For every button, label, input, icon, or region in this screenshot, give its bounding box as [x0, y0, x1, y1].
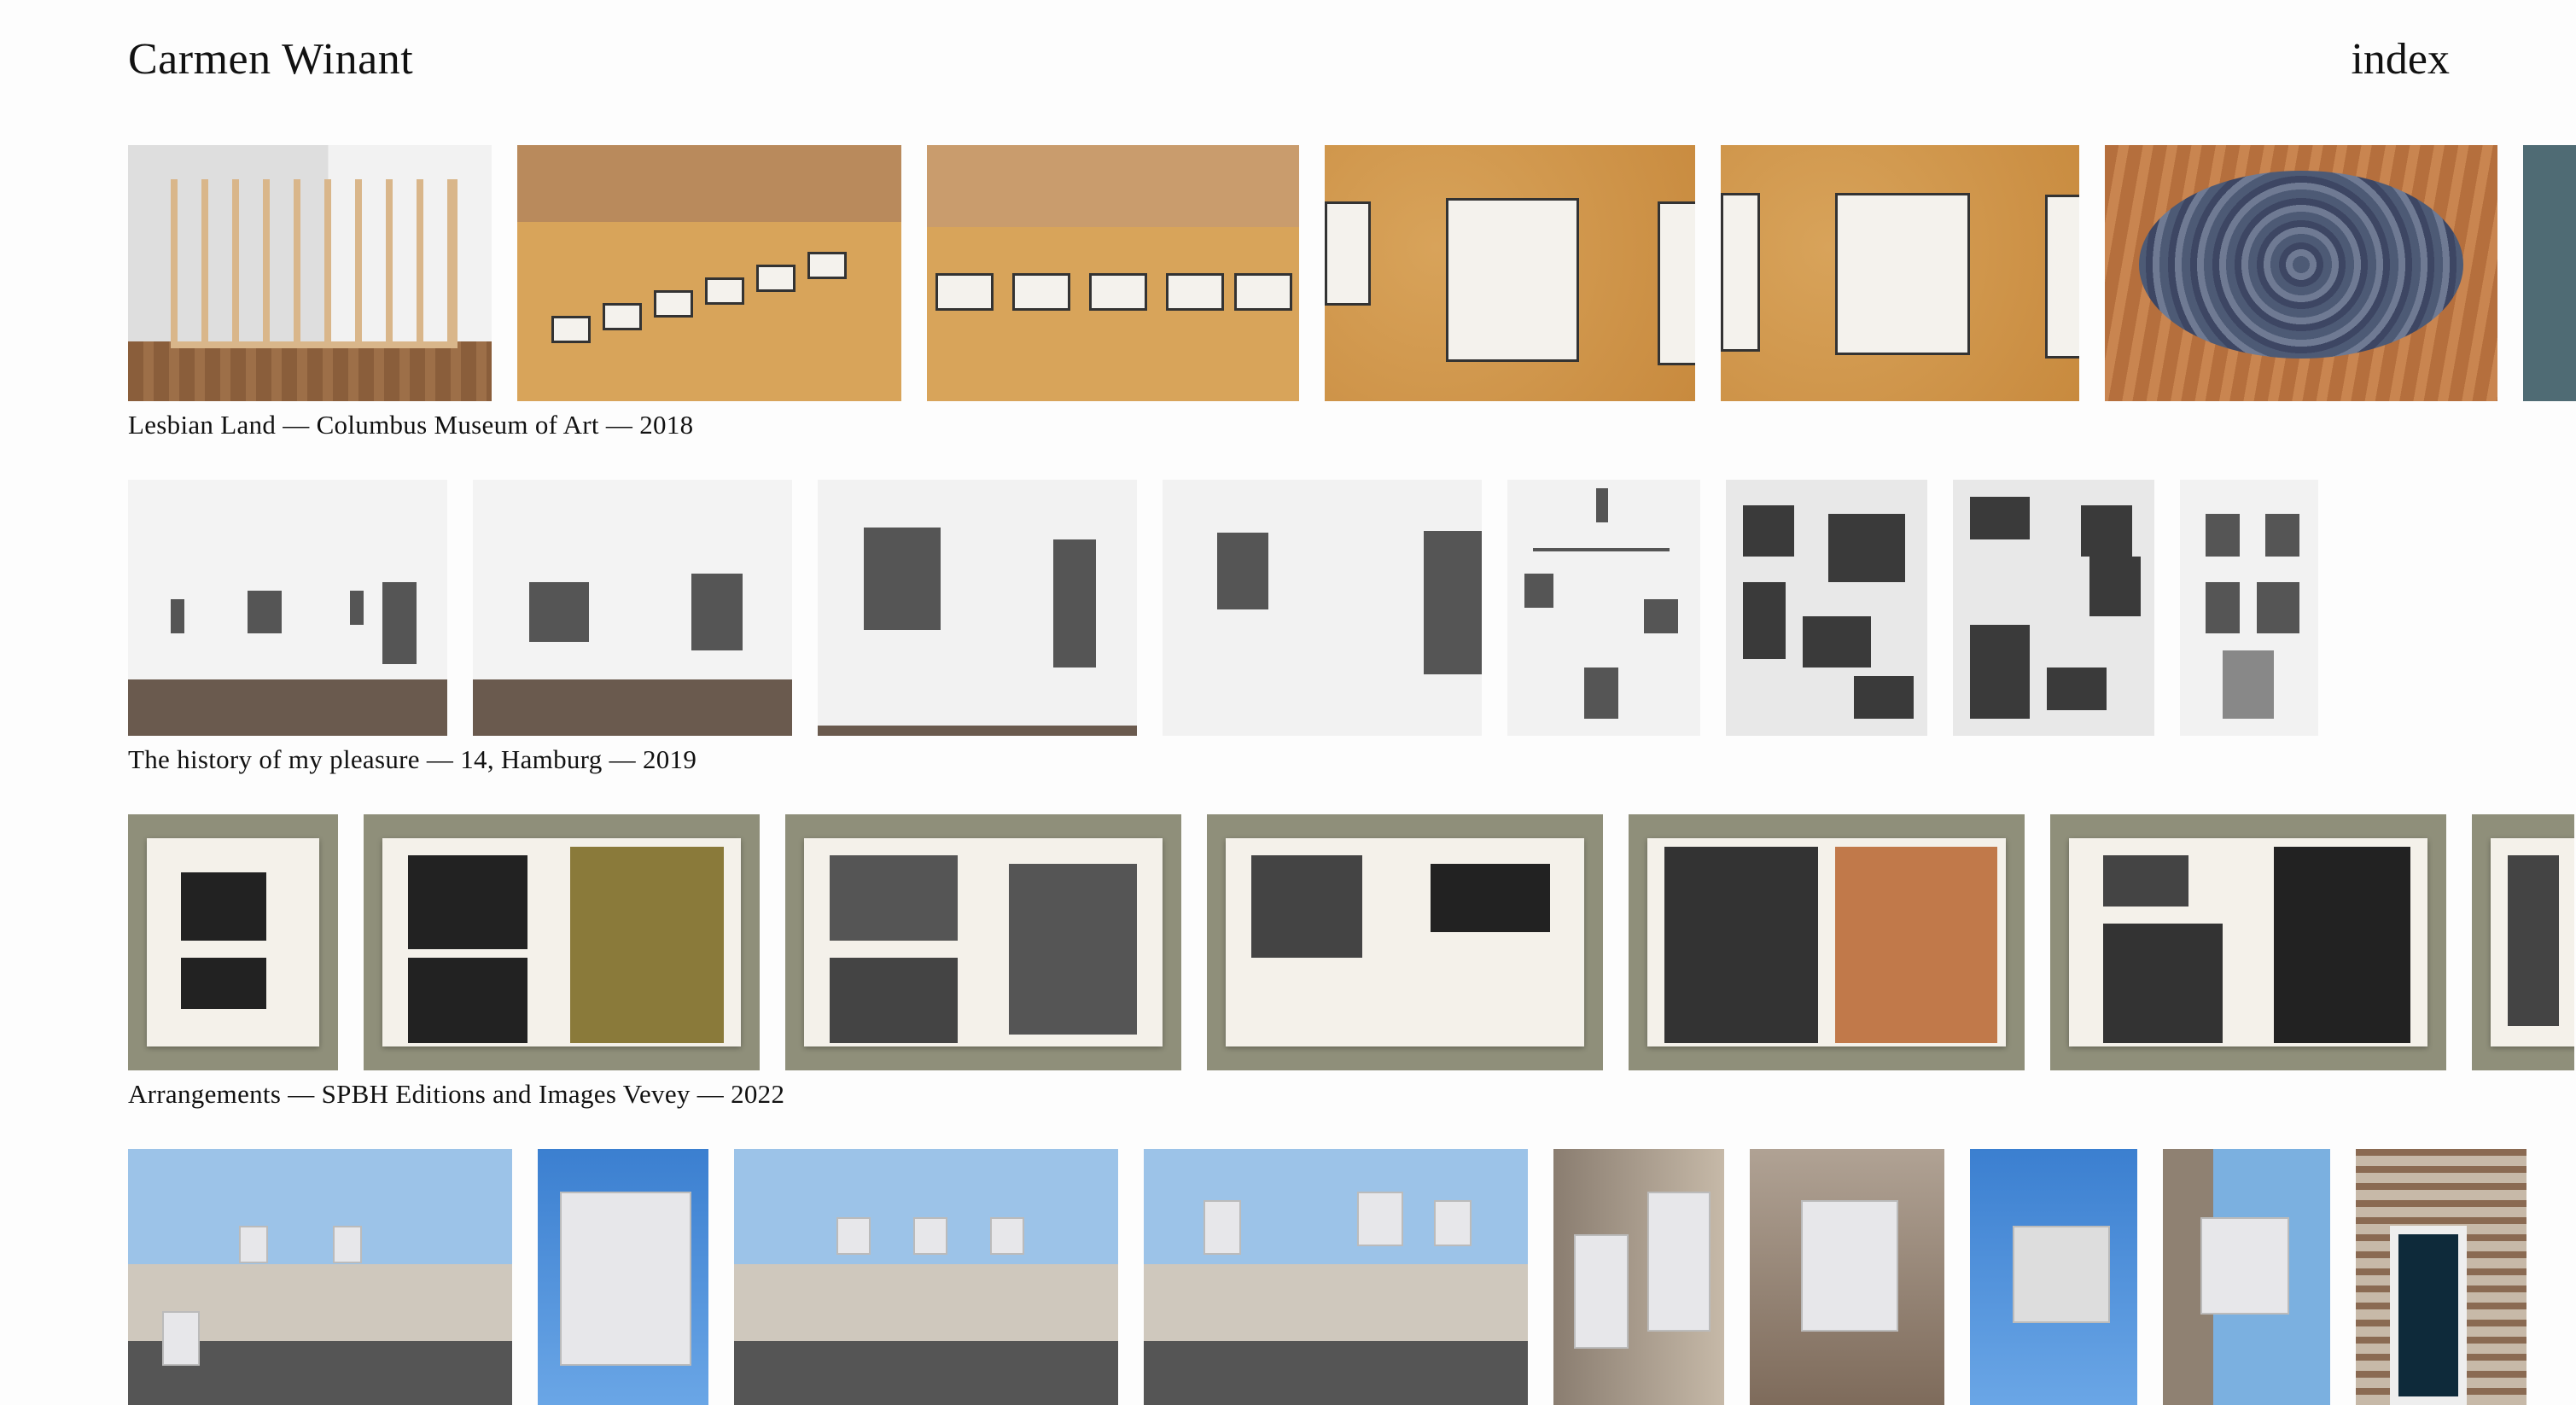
thumbnail[interactable] [1163, 480, 1482, 736]
thumbnail[interactable] [1507, 480, 1700, 736]
thumbnail[interactable] [1970, 1149, 2137, 1405]
thumbnail[interactable] [1721, 145, 2079, 401]
thumbnail[interactable] [927, 145, 1299, 401]
thumbnail[interactable] [1750, 1149, 1944, 1405]
thumbnail[interactable] [1953, 480, 2154, 736]
thumbnail[interactable] [1325, 145, 1695, 401]
thumbnail[interactable] [538, 1149, 708, 1405]
thumbnail[interactable] [1629, 814, 2025, 1070]
thumbnail[interactable] [2523, 145, 2576, 401]
thumbnail[interactable] [128, 480, 447, 736]
project-row-history-of-my-pleasure [128, 480, 2576, 736]
thumbnail[interactable] [734, 1149, 1118, 1405]
thumbnail[interactable] [364, 814, 760, 1070]
thumbnail[interactable] [2180, 480, 2318, 736]
thumbnail[interactable] [2163, 1149, 2330, 1405]
thumbnail[interactable] [2356, 1149, 2526, 1405]
project-caption[interactable]: The history of my pleasure — 14, Hamburg… [128, 744, 696, 775]
thumbnail[interactable] [1207, 814, 1603, 1070]
thumbnail[interactable] [2472, 814, 2574, 1070]
thumbnail[interactable] [1553, 1149, 1724, 1405]
project-row-lesbian-land [128, 145, 2576, 401]
thumbnail[interactable] [128, 1149, 512, 1405]
thumbnail[interactable] [818, 480, 1137, 736]
index-link[interactable]: index [2351, 34, 2450, 85]
thumbnail[interactable] [1726, 480, 1927, 736]
thumbnail[interactable] [517, 145, 901, 401]
thumbnail[interactable] [1144, 1149, 1528, 1405]
thumbnail[interactable] [785, 814, 1181, 1070]
thumbnail[interactable] [128, 145, 492, 401]
project-row-street-banners [128, 1149, 2576, 1405]
site-title[interactable]: Carmen Winant [128, 34, 413, 85]
thumbnail[interactable] [2050, 814, 2446, 1070]
thumbnail[interactable] [128, 814, 338, 1070]
project-caption[interactable]: Lesbian Land — Columbus Museum of Art — … [128, 410, 693, 440]
thumbnail[interactable] [2105, 145, 2497, 401]
thumbnail[interactable] [473, 480, 792, 736]
project-row-arrangements [128, 814, 2576, 1070]
project-caption[interactable]: Arrangements — SPBH Editions and Images … [128, 1079, 784, 1110]
